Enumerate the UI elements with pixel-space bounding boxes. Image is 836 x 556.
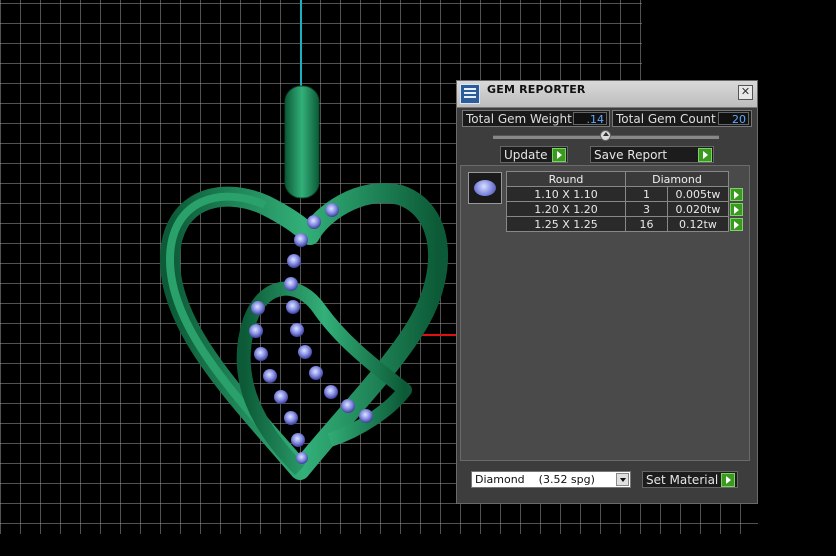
update-button-label: Update <box>504 148 548 162</box>
chevron-down-icon[interactable] <box>616 473 629 486</box>
gem-weight-cell: 0.12tw <box>666 216 730 232</box>
table-row[interactable]: 1.25 X 1.25 16 0.12tw <box>506 216 745 232</box>
table-row[interactable]: 1.10 X 1.10 1 0.005tw <box>506 186 745 202</box>
row-go-cell <box>729 187 745 202</box>
gem-size-cell: 1.25 X 1.25 <box>506 216 626 232</box>
set-material-button[interactable]: Set Material <box>642 471 738 488</box>
panel-titlebar[interactable]: GEM REPORTER ✕ <box>457 81 757 108</box>
gem-reporter-icon <box>460 84 480 104</box>
row-go-cell <box>729 217 745 232</box>
panel-title: GEM REPORTER <box>487 83 586 96</box>
gem-table-header-material: Diamond <box>625 171 729 187</box>
arrow-right-icon[interactable] <box>730 217 744 231</box>
gem-count-cell: 16 <box>625 216 668 232</box>
arrow-right-icon <box>721 473 735 487</box>
gem-weight-cell: 0.020tw <box>666 201 730 217</box>
row-go-cell <box>729 202 745 217</box>
update-button[interactable]: Update <box>500 146 568 163</box>
gem-count-cell: 3 <box>625 201 668 217</box>
slider-handle[interactable] <box>600 130 611 141</box>
save-report-button[interactable]: Save Report <box>590 146 714 163</box>
material-select[interactable]: Diamond (3.52 spg) <box>471 471 631 488</box>
arrow-right-icon <box>552 148 566 162</box>
arrow-right-icon[interactable] <box>730 187 743 201</box>
gem-list-area[interactable]: Round Diamond 1.10 X 1.10 1 0.005tw 1.20… <box>460 165 750 461</box>
close-icon[interactable]: ✕ <box>738 85 753 100</box>
table-row[interactable]: 1.20 X 1.20 3 0.020tw <box>506 201 745 217</box>
set-material-button-label: Set Material <box>646 473 719 487</box>
gem-size-cell: 1.20 X 1.20 <box>506 201 626 217</box>
gem-table-header-shape: Round <box>506 171 626 187</box>
round-gem-icon[interactable] <box>468 172 502 204</box>
arrow-right-icon <box>698 148 712 162</box>
pendant-bail <box>284 85 320 199</box>
save-report-button-label: Save Report <box>594 148 668 162</box>
total-gem-count-value: 20 <box>718 112 749 126</box>
gem-count-cell: 1 <box>625 186 668 202</box>
arrow-right-icon[interactable] <box>730 202 743 216</box>
gem-size-cell: 1.10 X 1.10 <box>506 186 626 202</box>
outer-heart-highlight <box>165 192 304 473</box>
gem-table: Round Diamond 1.10 X 1.10 1 0.005tw 1.20… <box>506 171 745 232</box>
total-gem-weight-value: .14 <box>573 112 607 126</box>
material-select-value: Diamond (3.52 spg) <box>475 473 595 486</box>
gem-reporter-panel: GEM REPORTER ✕ Total Gem Weight .14 Tota… <box>456 80 758 504</box>
gem-weight-cell: 0.005tw <box>666 186 730 202</box>
